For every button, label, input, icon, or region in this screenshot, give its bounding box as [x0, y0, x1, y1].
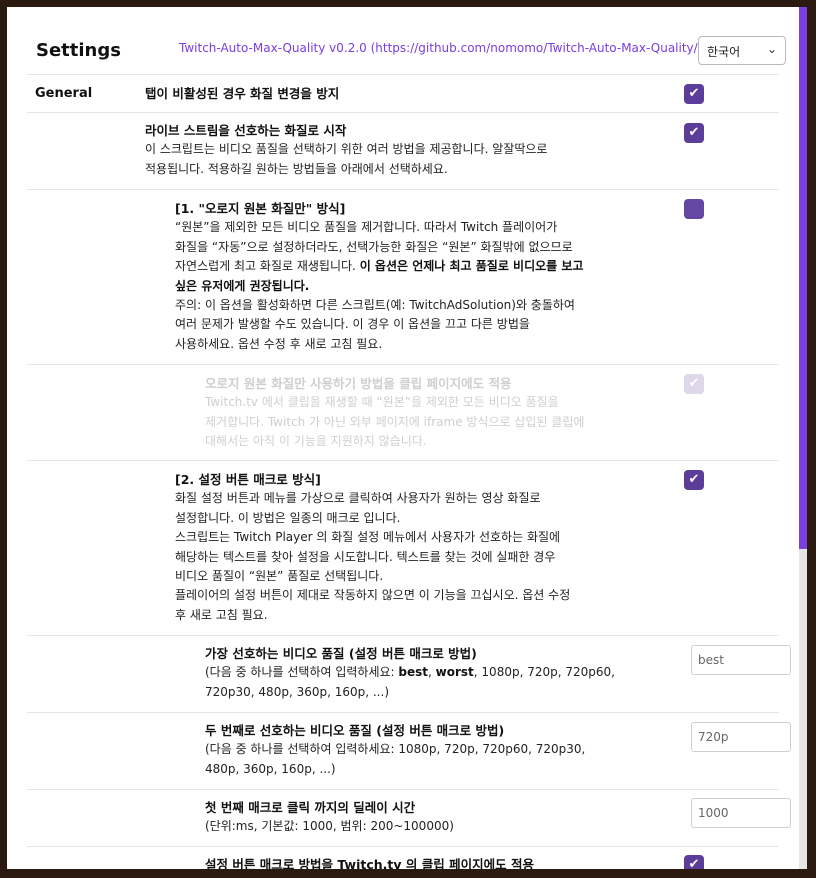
setting-row-macro-clips: 설정 버튼 매크로 방법을 Twitch.tv 의 클립 페이지에도 적용 ✔ [27, 846, 779, 869]
description-emphasis: worst [435, 665, 474, 680]
language-select[interactable]: 한국어 ⌄ [698, 36, 786, 65]
check-icon: ✔ [688, 86, 700, 101]
language-value: 한국어 [707, 45, 741, 59]
setting-description-line: 해당하는 텍스트를 찾아 설정을 시도합니다. 텍스트를 찾는 것에 실패한 경… [175, 549, 556, 564]
macro-delay-input[interactable]: 1000 [691, 798, 791, 828]
setting-description-line: 설정합니다. 이 방법은 일종의 매크로 입니다. [175, 510, 401, 525]
setting-row-macro-delay: 첫 번째 매크로 클릭 까지의 딜레이 시간 (단위:ms, 기본값: 1000… [27, 789, 791, 846]
setting-description-line: 사용하세요. 옵션 수정 후 새로 고침 필요. [175, 336, 383, 351]
setting-description-line: (다음 중 하나를 선택하여 입력하세요: 1080p, 720p, 720p6… [205, 742, 586, 757]
setting-description: 이 스크립트는 비디오 품질을 선택하기 위한 여러 방법을 제공합니다. 알잘… [145, 142, 548, 157]
chevron-down-icon: ⌄ [766, 42, 777, 56]
scrollbar-thumb[interactable] [799, 7, 807, 549]
setting-description-line: 여러 문제가 발생할 수도 있습니다. 이 경우 이 옵션을 끄고 다른 방법을 [175, 317, 530, 332]
second-preferred-quality-input[interactable]: 720p [691, 722, 791, 752]
description-text: , 1080p, 720p, 720p60, [473, 665, 615, 680]
setting-description-line: 주의: 이 옵션을 활성화하면 다른 스크립트(예: TwitchAdSolut… [175, 298, 575, 313]
start-preferred-quality-checkbox[interactable]: ✔ [684, 123, 704, 143]
check-icon: ✔ [688, 857, 700, 869]
setting-row-second-preferred-quality: 두 번째로 선호하는 비디오 품질 (설정 버튼 매크로 방법) (다음 중 하… [27, 712, 791, 789]
section-label-general: General [35, 86, 93, 101]
setting-row-source-only-clips: 오로지 원본 화질만 사용하기 방법을 클립 페이지에도 적용 Twitch.t… [27, 364, 779, 460]
repo-link[interactable]: Twitch-Auto-Max-Quality v0.2.0 (https://… [179, 41, 702, 55]
setting-title: 두 번째로 선호하는 비디오 품질 (설정 버튼 매크로 방법) [205, 723, 505, 738]
setting-description-line: “원본”을 제외한 모든 비디오 품질을 제거합니다. 따라서 Twitch 플… [175, 220, 558, 235]
check-icon: ✔ [688, 472, 700, 487]
description-text: (다음 중 하나를 선택하여 입력하세요: [205, 665, 399, 680]
setting-description-line: (다음 중 하나를 선택하여 입력하세요: best, worst, 1080p… [205, 663, 615, 682]
description-emphasis: 이 옵션은 언제나 최고 품질로 비디오를 보고 [359, 259, 584, 274]
setting-title: 라이브 스트림을 선호하는 화질로 시작 [145, 123, 347, 138]
setting-description: 적용됩니다. 적용하길 원하는 방법들을 아래에서 선택하세요. [145, 161, 448, 176]
description-text: 자연스럽게 최고 화질로 재생됩니다. [175, 259, 360, 274]
setting-description-line: 후 새로 고침 필요. [175, 607, 268, 622]
setting-description-line: 싶은 유저에게 권장됩니다. [175, 277, 583, 296]
setting-title: 탭이 비활성된 경우 화질 변경을 방지 [145, 86, 340, 101]
check-icon: ✔ [688, 125, 700, 140]
setting-title: 설정 버튼 매크로 방법을 Twitch.tv 의 클립 페이지에도 적용 [205, 857, 534, 869]
page-title: Settings [36, 40, 121, 61]
source-only-method-checkbox[interactable] [684, 199, 704, 219]
setting-description-line: 플레이어의 설정 버튼이 제대로 작동하지 않으면 이 기능을 끄십시오. 옵션… [175, 588, 571, 603]
setting-title: 가장 선호하는 비디오 품질 (설정 버튼 매크로 방법) [205, 646, 477, 661]
setting-description-line: Twitch.tv 에서 클립을 재생할 때 “원본”을 제외한 모든 비디오 … [205, 395, 559, 410]
setting-row-source-only-method: [1. "오로지 원본 화질만" 방식] “원본”을 제외한 모든 비디오 품질… [27, 189, 779, 364]
scrollbar[interactable] [799, 7, 807, 869]
setting-row-start-preferred-quality: 라이브 스트림을 선호하는 화질로 시작 이 스크립트는 비디오 품질을 선택하… [27, 112, 779, 189]
setting-description-line: 스크립트는 Twitch Player 의 화질 설정 메뉴에서 사용자가 선호… [175, 530, 561, 545]
setting-title: [1. "오로지 원본 화질만" 방식] [175, 201, 346, 216]
setting-row-preferred-quality: 가장 선호하는 비디오 품질 (설정 버튼 매크로 방법) (다음 중 하나를 … [27, 635, 791, 712]
setting-description-line: 480p, 360p, 160p, ...) [205, 761, 336, 776]
macro-clips-checkbox[interactable]: ✔ [684, 855, 704, 869]
setting-description-line: 대해서는 아직 이 기능을 지원하지 않습니다. [205, 434, 427, 449]
setting-description-line: (단위:ms, 기본값: 1000, 범위: 200~100000) [205, 819, 454, 834]
setting-row-settings-button-macro: [2. 설정 버튼 매크로 방식] 화질 설정 버튼과 메뉴를 가상으로 클릭하… [27, 460, 779, 635]
preferred-quality-input[interactable]: best [691, 645, 791, 675]
source-only-clips-checkbox[interactable]: ✔ [684, 374, 704, 394]
setting-description-line: 자연스럽게 최고 화질로 재생됩니다. 이 옵션은 언제나 최고 품질로 비디오… [175, 257, 583, 276]
settings-header: Settings Twitch-Auto-Max-Quality v0.2.0 … [7, 7, 799, 74]
description-emphasis: best [398, 665, 429, 680]
setting-title: 첫 번째 매크로 클릭 까지의 딜레이 시간 [205, 800, 416, 815]
setting-description-line: 화질 설정 버튼과 메뉴를 가상으로 클릭하여 사용자가 원하는 영상 화질로 [175, 491, 541, 506]
description-emphasis: 싶은 유저에게 권장됩니다. [175, 278, 310, 293]
setting-description-line: 720p30, 480p, 360p, 160p, ...) [205, 684, 389, 699]
setting-row-prevent-inactive-tab: General 탭이 비활성된 경우 화질 변경을 방지 ✔ [27, 74, 779, 112]
settings-window: Settings Twitch-Auto-Max-Quality v0.2.0 … [7, 7, 807, 869]
settings-button-macro-checkbox[interactable]: ✔ [684, 470, 704, 490]
setting-description-line: 제거합니다. Twitch 가 아닌 외부 페이지에 iframe 방식으로 삽… [205, 414, 585, 429]
setting-description-line: 비디오 품질이 “원본” 품질로 선택됩니다. [175, 569, 384, 584]
setting-title: [2. 설정 버튼 매크로 방식] [175, 472, 321, 487]
prevent-inactive-tab-checkbox[interactable]: ✔ [684, 84, 704, 104]
setting-description-line: 화질을 “자동”으로 설정하더라도, 선택가능한 화질은 “원본” 화질밖에 없… [175, 239, 573, 254]
check-icon: ✔ [688, 376, 700, 391]
setting-title: 오로지 원본 화질만 사용하기 방법을 클립 페이지에도 적용 [205, 376, 512, 391]
description-text: , [428, 665, 436, 680]
